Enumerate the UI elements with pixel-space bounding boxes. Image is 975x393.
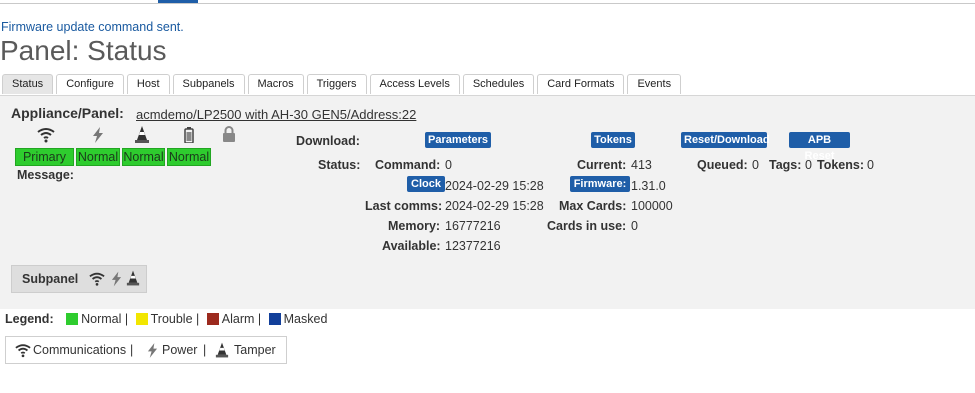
reset-download-button[interactable]: Reset/Download: [681, 132, 770, 148]
communications-icon: [37, 127, 55, 148]
subpanel-header: Subpanel: [11, 265, 147, 293]
tab-configure[interactable]: Configure: [56, 74, 124, 94]
current-label: Current:: [577, 158, 627, 172]
queued-value: 0: [752, 158, 759, 172]
tab-bar: Status Configure Host Subpanels Macros T…: [2, 74, 684, 94]
tamper-icon: [215, 342, 229, 363]
clock-value: 2024-02-29 15:28: [445, 179, 544, 193]
status-power: Normal: [76, 148, 120, 166]
tamper-icon: [126, 270, 140, 291]
tokens-value: 0: [867, 158, 874, 172]
tab-card-formats[interactable]: Card Formats: [537, 74, 625, 94]
communications-icon: [89, 271, 105, 292]
legend-separator: |: [203, 343, 207, 357]
cards-in-use-value: 0: [631, 219, 638, 233]
page-title: Panel: Status: [0, 35, 167, 66]
available-label: Available:: [382, 239, 441, 253]
appliance-label: Appliance/Panel:: [11, 105, 124, 121]
message-label: Message:: [17, 168, 74, 182]
tab-schedules[interactable]: Schedules: [462, 74, 535, 94]
power-icon: [111, 271, 122, 292]
queued-label: Queued:: [697, 158, 748, 172]
tab-access-levels[interactable]: Access Levels: [369, 74, 460, 94]
command-value: 0: [445, 158, 452, 172]
communications-icon: [15, 343, 31, 363]
tags-label: Tags:: [769, 158, 802, 172]
icon-legend-tamper: Tamper: [234, 343, 276, 357]
legend-swatch-masked: [268, 313, 281, 325]
status-tamper: Normal: [122, 148, 165, 166]
legend-separator: |: [257, 312, 262, 326]
legend-separator: |: [130, 343, 134, 357]
color-legend: Legend: Normal | Trouble | Alarm | Maske…: [5, 312, 327, 326]
legend-swatch-normal: [66, 313, 79, 325]
command-label: Command:: [375, 158, 441, 172]
clock-button[interactable]: Clock: [407, 176, 445, 192]
power-icon: [92, 127, 104, 148]
subpanel-label: Subpanel: [22, 272, 79, 286]
tab-triggers[interactable]: Triggers: [306, 74, 367, 94]
legend-normal: Normal: [81, 312, 122, 326]
legend-alarm: Alarm: [221, 312, 255, 326]
tags-value: 0: [805, 158, 812, 172]
status-label: Status:: [318, 158, 361, 172]
tab-events[interactable]: Events: [627, 74, 682, 94]
memory-value: 16777216: [445, 219, 501, 233]
legend-trouble: Trouble: [150, 312, 193, 326]
firmware-button[interactable]: Firmware:: [570, 176, 630, 192]
memory-label: Memory:: [388, 219, 441, 233]
tokens-label: Tokens:: [817, 158, 864, 172]
status-communications: Primary: [15, 148, 74, 166]
legend-label: Legend:: [5, 312, 54, 326]
last-comms-label: Last comms:: [365, 199, 443, 213]
icon-legend: Communications | Power | Tamper: [5, 336, 287, 364]
available-value: 12377216: [445, 239, 501, 253]
tokens-button[interactable]: Tokens: [591, 132, 635, 148]
tab-macros[interactable]: Macros: [247, 74, 304, 94]
lock-icon: [222, 126, 236, 147]
tab-host[interactable]: Host: [126, 74, 170, 94]
tab-subpanels[interactable]: Subpanels: [172, 74, 245, 94]
parameters-button[interactable]: Parameters: [425, 132, 491, 148]
cards-in-use-label: Cards in use:: [547, 219, 627, 233]
apb-reset-button[interactable]: APB Reset: [789, 132, 850, 162]
legend-swatch-trouble: [135, 313, 148, 325]
tab-status[interactable]: Status: [2, 74, 54, 94]
max-cards-label: Max Cards:: [559, 199, 627, 213]
legend-separator: |: [124, 312, 129, 326]
battery-icon: [184, 127, 194, 148]
legend-swatch-alarm: [206, 313, 219, 325]
max-cards-value: 100000: [631, 199, 673, 213]
appliance-link[interactable]: acmdemo/LP2500 with AH-30 GEN5/Address:2…: [136, 107, 416, 122]
firmware-value: 1.31.0: [631, 179, 666, 193]
last-comms-value: 2024-02-29 15:28: [445, 199, 544, 213]
tamper-icon: [134, 126, 150, 148]
flash-message: Firmware update command sent.: [1, 20, 184, 34]
top-rule: [0, 0, 975, 4]
legend-separator: |: [196, 312, 200, 326]
active-nav-indicator: [158, 0, 198, 3]
icon-legend-power: Power: [162, 343, 198, 357]
current-value: 413: [631, 158, 652, 172]
download-label: Download:: [296, 134, 360, 148]
icon-legend-communications: Communications: [33, 343, 127, 357]
legend-masked: Masked: [283, 312, 328, 326]
status-battery: Normal: [167, 148, 211, 166]
power-icon: [147, 343, 158, 363]
